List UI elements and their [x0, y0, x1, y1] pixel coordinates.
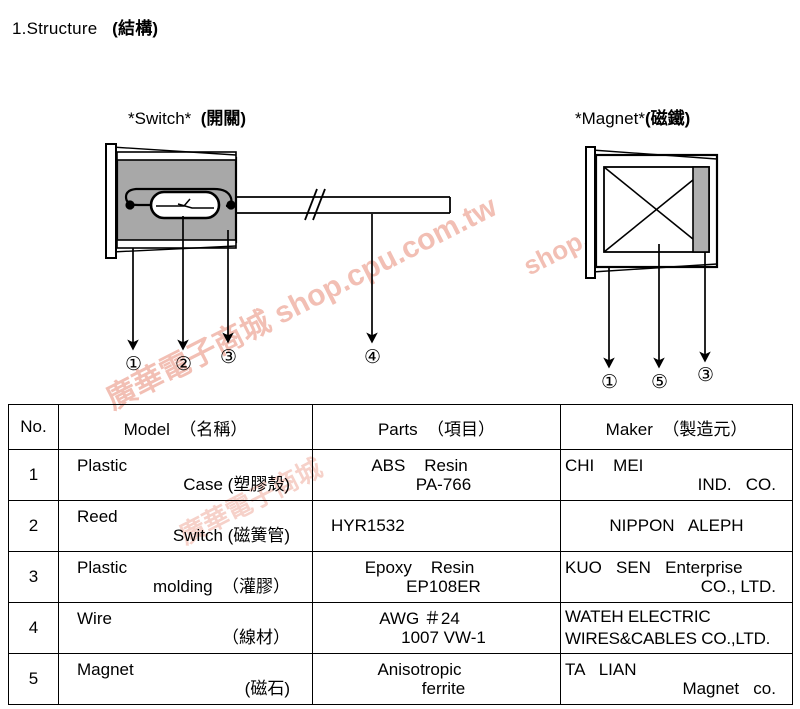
- callout-badge-1: ①: [125, 354, 143, 375]
- row-model: Plastic Case (塑膠殼): [58, 449, 313, 501]
- row-parts-line2: PA-766: [415, 475, 472, 494]
- row-model: Magnet (磁石): [58, 653, 313, 705]
- structure-drawing: [105, 143, 719, 369]
- magnet-mounting-flange: [585, 146, 596, 279]
- parts-table: No. Model （名稱） Parts （項目） Maker （製造元） 1 …: [8, 404, 793, 705]
- row-model: Wire （線材）: [58, 602, 313, 654]
- row-parts-line2: ferrite: [421, 679, 466, 698]
- row-parts-line1: HYR1532: [331, 516, 405, 536]
- row-maker-line2: Magnet co.: [682, 679, 776, 698]
- row-maker: KUO SEN Enterprise CO., LTD.: [560, 551, 793, 603]
- table-row: 5 Magnet (磁石) Anisotropic ferrite TA LIA…: [8, 653, 793, 705]
- row-model-line2: (磁石): [244, 679, 290, 698]
- switch-terminal-dot-right: [226, 200, 236, 210]
- magnet-ferrite-bar: [692, 166, 710, 253]
- row-parts: ABS Resin PA-766: [312, 449, 561, 501]
- row-model-line2: molding （灌膠）: [153, 577, 290, 596]
- row-model-line2: Switch (磁簧管): [172, 526, 290, 545]
- row-maker-line2: IND. CO.: [697, 475, 776, 494]
- row-maker-line2: WIRES&CABLES CO.,LTD.: [565, 629, 771, 648]
- magnet-callout-badge-3: ③: [697, 365, 715, 386]
- row-model: Reed Switch (磁簧管): [58, 500, 313, 552]
- row-maker-line1: KUO SEN Enterprise: [565, 557, 743, 577]
- row-maker-line1: TA LIAN: [565, 659, 637, 679]
- row-model: Plastic molding （灌膠）: [58, 551, 313, 603]
- row-parts: HYR1532: [312, 500, 561, 552]
- table-header-row: No. Model （名稱） Parts （項目） Maker （製造元）: [8, 404, 793, 450]
- switch-mounting-flange: [105, 143, 117, 259]
- row-maker-line2: NIPPON ALEPH: [609, 516, 744, 536]
- table-row: 1 Plastic Case (塑膠殼) ABS Resin PA-766 CH…: [8, 449, 793, 501]
- row-parts: AWG ＃24 1007 VW-1: [312, 602, 561, 654]
- row-model-line1: Reed: [77, 506, 118, 526]
- row-maker: WATEH ELECTRIC WIRES&CABLES CO.,LTD.: [560, 602, 793, 654]
- row-maker: CHI MEI IND. CO.: [560, 449, 793, 501]
- callout-badge-4: ④: [364, 347, 382, 368]
- row-parts-line1: AWG ＃24: [379, 608, 460, 628]
- row-parts-line1: Anisotropic: [377, 659, 462, 679]
- row-model-line1: Wire: [77, 608, 112, 628]
- row-no: 3: [8, 551, 59, 603]
- row-maker-line1: CHI MEI: [565, 455, 644, 475]
- row-parts-line2: 1007 VW-1: [401, 628, 486, 647]
- row-no: 2: [8, 500, 59, 552]
- switch-terminal-dot-left: [125, 200, 135, 210]
- row-no: 5: [8, 653, 59, 705]
- table-row: 2 Reed Switch (磁簧管) HYR1532 NIPPON ALEPH: [8, 500, 793, 552]
- callout-badge-3: ③: [220, 347, 238, 368]
- row-parts-line1: Epoxy Resin: [364, 557, 475, 577]
- table-row: 4 Wire （線材） AWG ＃24 1007 VW-1 WATEH ELEC…: [8, 602, 793, 654]
- magnet-assembly: [585, 146, 719, 279]
- row-parts-line2: EP108ER: [406, 577, 481, 596]
- row-maker-line2: CO., LTD.: [700, 577, 776, 596]
- row-no: 1: [8, 449, 59, 501]
- row-parts: Anisotropic ferrite: [312, 653, 561, 705]
- switch-assembly: [105, 143, 451, 259]
- row-model-line1: Plastic: [77, 557, 128, 577]
- table-row: 3 Plastic molding （灌膠） Epoxy Resin EP108…: [8, 551, 793, 603]
- row-maker: TA LIAN Magnet co.: [560, 653, 793, 705]
- row-model-line1: Plastic: [77, 455, 128, 475]
- row-model-line1: Magnet: [77, 659, 134, 679]
- row-maker-line1: WATEH ELECTRIC: [565, 606, 711, 626]
- header-model: Model （名稱）: [58, 404, 313, 450]
- row-model-line2: Case (塑膠殼): [183, 475, 290, 494]
- row-maker: NIPPON ALEPH: [560, 500, 793, 552]
- row-parts-line1: ABS Resin: [371, 455, 468, 475]
- row-no: 4: [8, 602, 59, 654]
- row-model-line2: （線材）: [222, 628, 290, 647]
- row-parts: Epoxy Resin EP108ER: [312, 551, 561, 603]
- magnet-callout-badge-5: ⑤: [651, 372, 669, 393]
- callout-badge-2: ②: [175, 354, 193, 375]
- header-parts: Parts （項目）: [312, 404, 561, 450]
- header-no: No.: [8, 404, 59, 450]
- header-maker: Maker （製造元）: [560, 404, 793, 450]
- magnet-callout-badge-1: ①: [601, 372, 619, 393]
